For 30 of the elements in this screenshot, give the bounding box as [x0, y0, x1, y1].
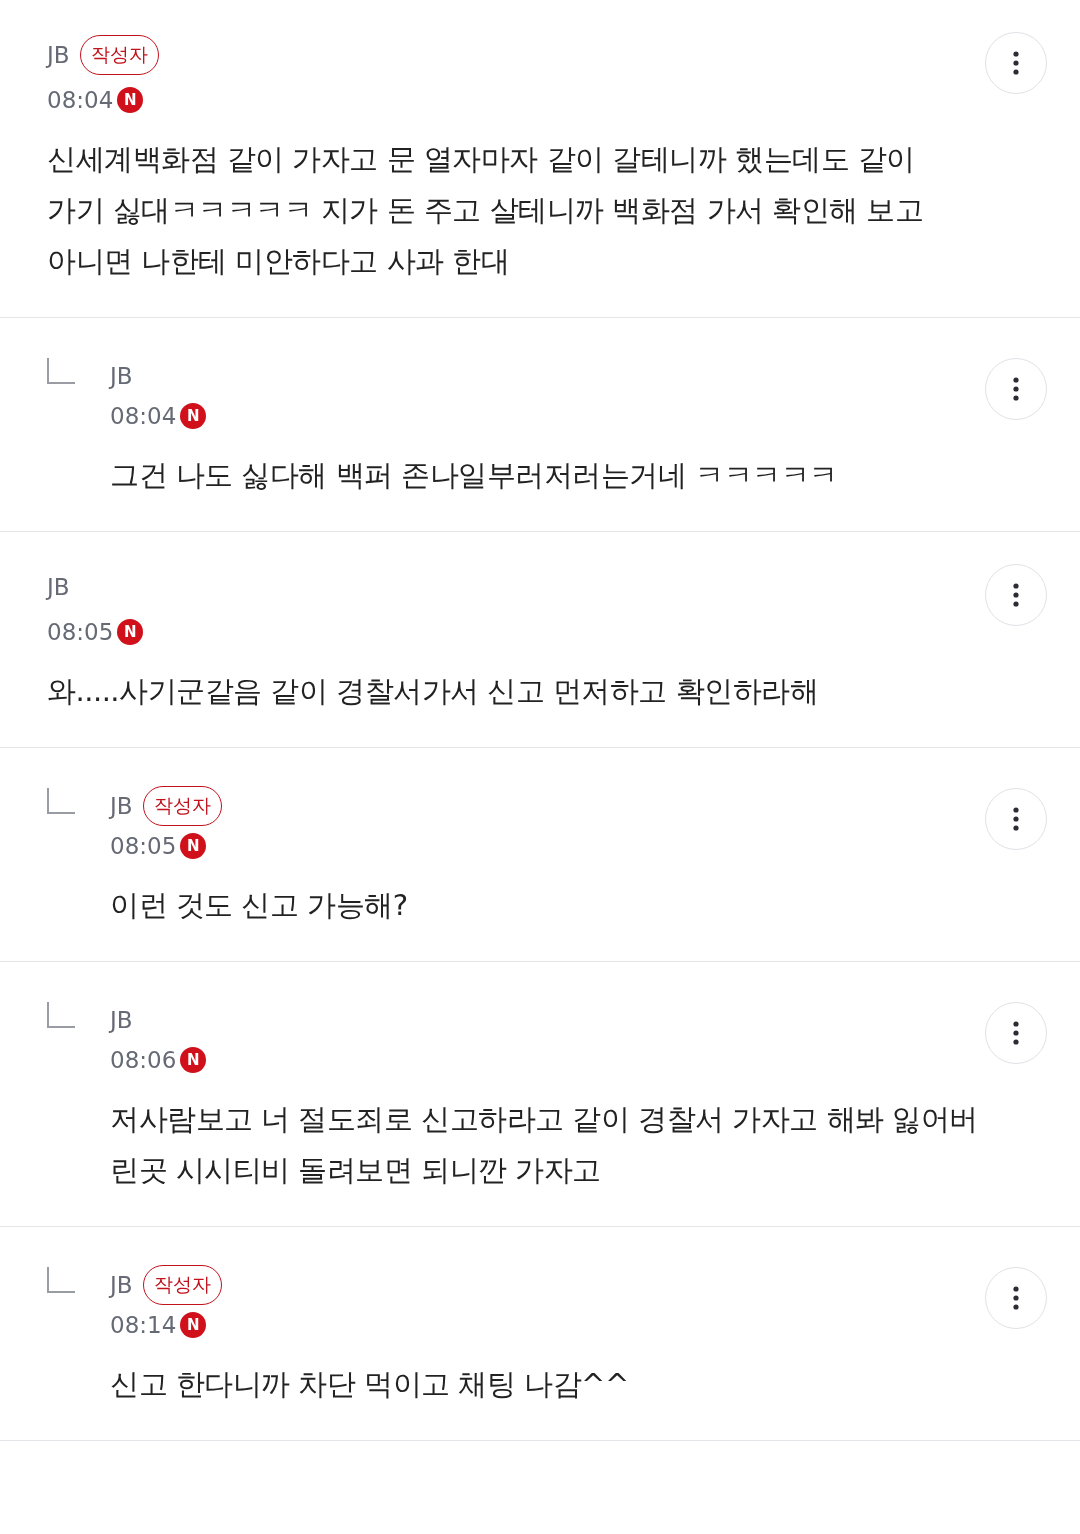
comment-time: 08:05 [47, 619, 114, 645]
comment-time: 08:14 [110, 1312, 177, 1338]
comment-time: 08:04 [110, 403, 177, 429]
author-name: JB [47, 574, 70, 600]
comment-text: 저사람보고 너 절도죄로 신고하라고 같이 경찰서 가자고 해봐 잃어버린곳 시시티비 돌려보면 되니깐 가자고 [110, 1101, 979, 1189]
new-badge: N [180, 1312, 207, 1338]
new-badge: N [180, 403, 207, 429]
more-options-icon [1013, 1286, 1019, 1310]
new-badge: N [117, 619, 144, 645]
comment-text: 와.....사기군같음 같이 경찰서가서 신고 먼저하고 확인하라해 [47, 673, 820, 710]
author-name: JB [110, 793, 133, 819]
comment-time: 08:05 [110, 833, 177, 859]
comment-text: 그건 나도 싫다해 백퍼 존나일부러저러는거네 ㅋㅋㅋㅋㅋ [110, 457, 839, 494]
comment-text: 신세계백화점 같이 가자고 문 열자마자 같이 갈테니까 했는데도 같이 가기 싫대ㅋㅋㅋㅋㅋ 지가 돈 주고 살테니까 백화점 가서 확인해 보고 아니면 나한테 미안하다고 사과 한대 [47, 141, 925, 280]
comment-time: 08:04 [47, 87, 114, 113]
comment-time: 08:06 [110, 1047, 177, 1073]
author-name: JB [110, 1272, 133, 1298]
new-badge: N [180, 833, 207, 859]
more-options-icon [1013, 1021, 1019, 1045]
more-options-icon [1013, 583, 1019, 607]
more-options-icon [1013, 377, 1019, 401]
more-options-icon [1013, 51, 1019, 75]
author-name: JB [110, 1007, 133, 1033]
author-name: JB [47, 42, 70, 68]
new-badge: N [117, 87, 144, 113]
more-options-icon [1013, 807, 1019, 831]
comment-text: 신고 한다니까 차단 먹이고 채팅 나감^^ [110, 1366, 630, 1403]
author-name: JB [110, 363, 133, 389]
comment-text: 이런 것도 신고 가능해? [110, 887, 409, 924]
new-badge: N [180, 1047, 207, 1073]
